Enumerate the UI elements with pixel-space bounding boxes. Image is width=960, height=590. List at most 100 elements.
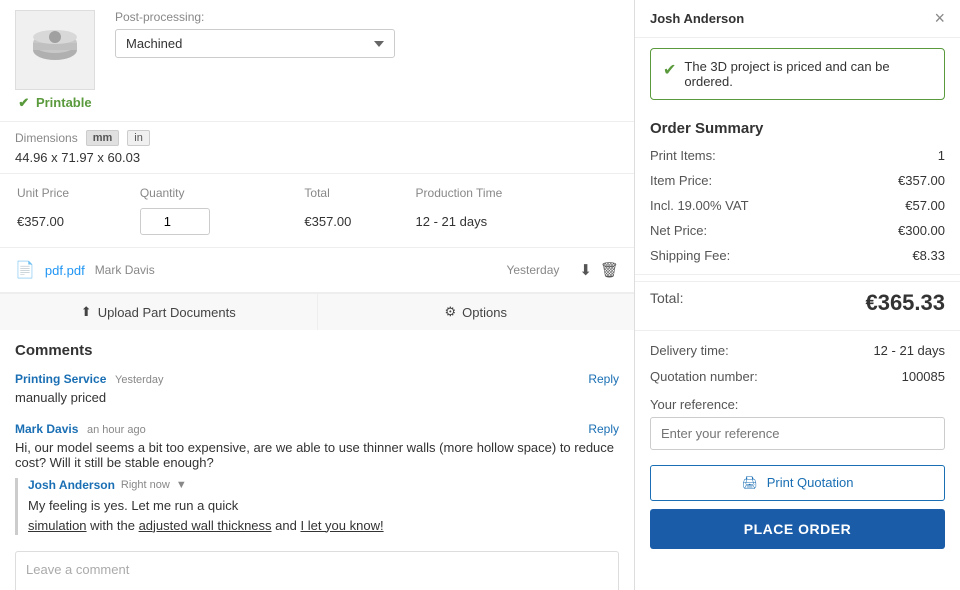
- left-panel: ✔ Printable Post-processing: Machined Di…: [0, 0, 635, 590]
- delivery-value: 12 - 21 days: [873, 343, 945, 358]
- print-items-label: Print Items:: [650, 148, 716, 163]
- unit-price-value: €357.00: [17, 208, 138, 235]
- upload-icon: ⬆: [81, 304, 92, 320]
- file-uploader: Mark Davis: [95, 263, 155, 277]
- leave-comment-input[interactable]: Leave a comment: [15, 551, 619, 590]
- comment-1-author: Printing Service: [15, 372, 106, 386]
- net-price-label: Net Price:: [650, 223, 707, 238]
- reply-highlight-adjusted: adjusted wall thickness: [139, 518, 272, 533]
- total-header: Total: [304, 186, 413, 206]
- shipping-value: €8.33: [912, 248, 945, 263]
- quotation-row: Quotation number: 100085: [635, 364, 960, 389]
- total-row: Total: €365.33: [635, 281, 960, 324]
- print-items-row: Print Items: 1: [635, 143, 960, 168]
- printable-label: ✔ Printable: [18, 95, 91, 111]
- success-box: ✔ The 3D project is priced and can be or…: [650, 48, 945, 100]
- production-time-header: Production Time: [416, 186, 617, 206]
- comments-title: Comments: [15, 342, 619, 359]
- quantity-header: Quantity: [140, 186, 303, 206]
- print-quotation-button[interactable]: 🖨 Print Quotation: [650, 465, 945, 501]
- unit-in-button[interactable]: in: [127, 130, 150, 146]
- dimensions-section: Dimensions mm in 44.96 x 71.97 x 60.03: [0, 122, 634, 174]
- quotation-value: 100085: [902, 369, 945, 384]
- reply-author: Josh Anderson: [28, 478, 115, 492]
- comment-2: Mark Davis an hour ago Reply Hi, our mod…: [15, 421, 619, 535]
- unit-mm-button[interactable]: mm: [86, 130, 120, 146]
- right-panel: Josh Anderson × ✔ The 3D project is pric…: [635, 0, 960, 590]
- download-button[interactable]: ⬇: [579, 261, 592, 279]
- pricing-table: Unit Price Quantity Total Production Tim…: [15, 184, 619, 237]
- check-icon: ✔: [18, 95, 29, 110]
- delivery-row: Delivery time: 12 - 21 days: [635, 337, 960, 364]
- comments-section: Comments Printing Service Yesterday Repl…: [0, 330, 634, 590]
- printer-icon: 🖨: [742, 475, 759, 490]
- dimensions-label: Dimensions mm in: [15, 130, 619, 146]
- reference-input[interactable]: [650, 417, 945, 450]
- file-name[interactable]: pdf.pdf: [45, 263, 85, 278]
- comment-2-text: Hi, our model seems a bit too expensive,…: [15, 440, 619, 470]
- your-reference-label: Your reference:: [650, 397, 945, 412]
- shipping-label: Shipping Fee:: [650, 248, 730, 263]
- post-processing-area: Post-processing: Machined: [115, 10, 619, 58]
- item-price-label: Item Price:: [650, 173, 712, 188]
- success-icon: ✔: [663, 60, 676, 80]
- total-label: Total:: [650, 290, 683, 316]
- thumbnail: [15, 10, 95, 90]
- divider2: [635, 330, 960, 331]
- item-price-value: €357.00: [898, 173, 945, 188]
- comment-1-header: Printing Service Yesterday Reply: [15, 371, 619, 386]
- vat-label: Incl. 19.00% VAT: [650, 198, 749, 213]
- order-summary-title: Order Summary: [635, 110, 960, 143]
- shipping-row: Shipping Fee: €8.33: [635, 243, 960, 268]
- production-time-value: 12 - 21 days: [416, 208, 617, 235]
- file-row: 📄 pdf.pdf Mark Davis Yesterday ⬇ 🗑: [15, 256, 619, 284]
- user-name: Josh Anderson: [650, 11, 744, 26]
- gear-icon: ⚙: [445, 304, 457, 320]
- reply-header: Josh Anderson Right now ▼: [28, 478, 619, 492]
- vat-value: €57.00: [905, 198, 945, 213]
- post-processing-select[interactable]: Machined: [115, 29, 395, 58]
- action-bar: ⬆ Upload Part Documents ⚙ Options: [0, 293, 634, 330]
- total-value: €357.00: [304, 208, 413, 235]
- item-price-row: Item Price: €357.00: [635, 168, 960, 193]
- comment-1: Printing Service Yesterday Reply manuall…: [15, 371, 619, 405]
- quantity-input[interactable]: [140, 208, 210, 235]
- files-section: 📄 pdf.pdf Mark Davis Yesterday ⬇ 🗑: [0, 248, 634, 293]
- print-items-value: 1: [938, 148, 945, 163]
- post-processing-label: Post-processing:: [115, 10, 619, 24]
- right-header: Josh Anderson ×: [635, 0, 960, 38]
- reply-1-link[interactable]: Reply: [588, 372, 619, 386]
- model-thumbnail: [25, 25, 85, 75]
- delete-button[interactable]: 🗑: [600, 261, 619, 279]
- comment-2-header: Mark Davis an hour ago Reply: [15, 421, 619, 436]
- net-price-row: Net Price: €300.00: [635, 218, 960, 243]
- file-actions: ⬇ 🗑: [579, 261, 619, 279]
- success-text: The 3D project is priced and can be orde…: [684, 59, 932, 89]
- quotation-label: Quotation number:: [650, 369, 758, 384]
- delivery-label: Delivery time:: [650, 343, 729, 358]
- reply-highlight-simulation: simulation: [28, 518, 87, 533]
- divider: [635, 274, 960, 275]
- comment-2-time: an hour ago: [87, 424, 146, 436]
- vat-row: Incl. 19.00% VAT €57.00: [635, 193, 960, 218]
- chevron-down-icon: ▼: [176, 479, 187, 491]
- place-order-button[interactable]: PLACE ORDER: [650, 509, 945, 549]
- reply-highlight-let: I let you know!: [300, 518, 383, 533]
- reply-text: My feeling is yes. Let me run a quick si…: [28, 496, 619, 535]
- file-icon: 📄: [15, 260, 35, 280]
- comment-2-author: Mark Davis: [15, 422, 78, 436]
- reply-block: Josh Anderson Right now ▼ My feeling is …: [15, 478, 619, 535]
- total-value: €365.33: [865, 290, 945, 316]
- close-button[interactable]: ×: [934, 8, 945, 29]
- your-reference-section: Your reference:: [635, 389, 960, 460]
- pricing-section: Unit Price Quantity Total Production Tim…: [0, 174, 634, 248]
- reply-text-line2: simulation with the adjusted wall thickn…: [28, 518, 384, 533]
- top-section: ✔ Printable Post-processing: Machined: [0, 0, 634, 122]
- reply-2-link[interactable]: Reply: [588, 422, 619, 436]
- unit-price-header: Unit Price: [17, 186, 138, 206]
- upload-documents-button[interactable]: ⬆ Upload Part Documents: [0, 294, 318, 330]
- dimensions-value: 44.96 x 71.97 x 60.03: [15, 150, 619, 165]
- options-button[interactable]: ⚙ Options: [318, 294, 635, 330]
- net-price-value: €300.00: [898, 223, 945, 238]
- file-date: Yesterday: [506, 263, 559, 277]
